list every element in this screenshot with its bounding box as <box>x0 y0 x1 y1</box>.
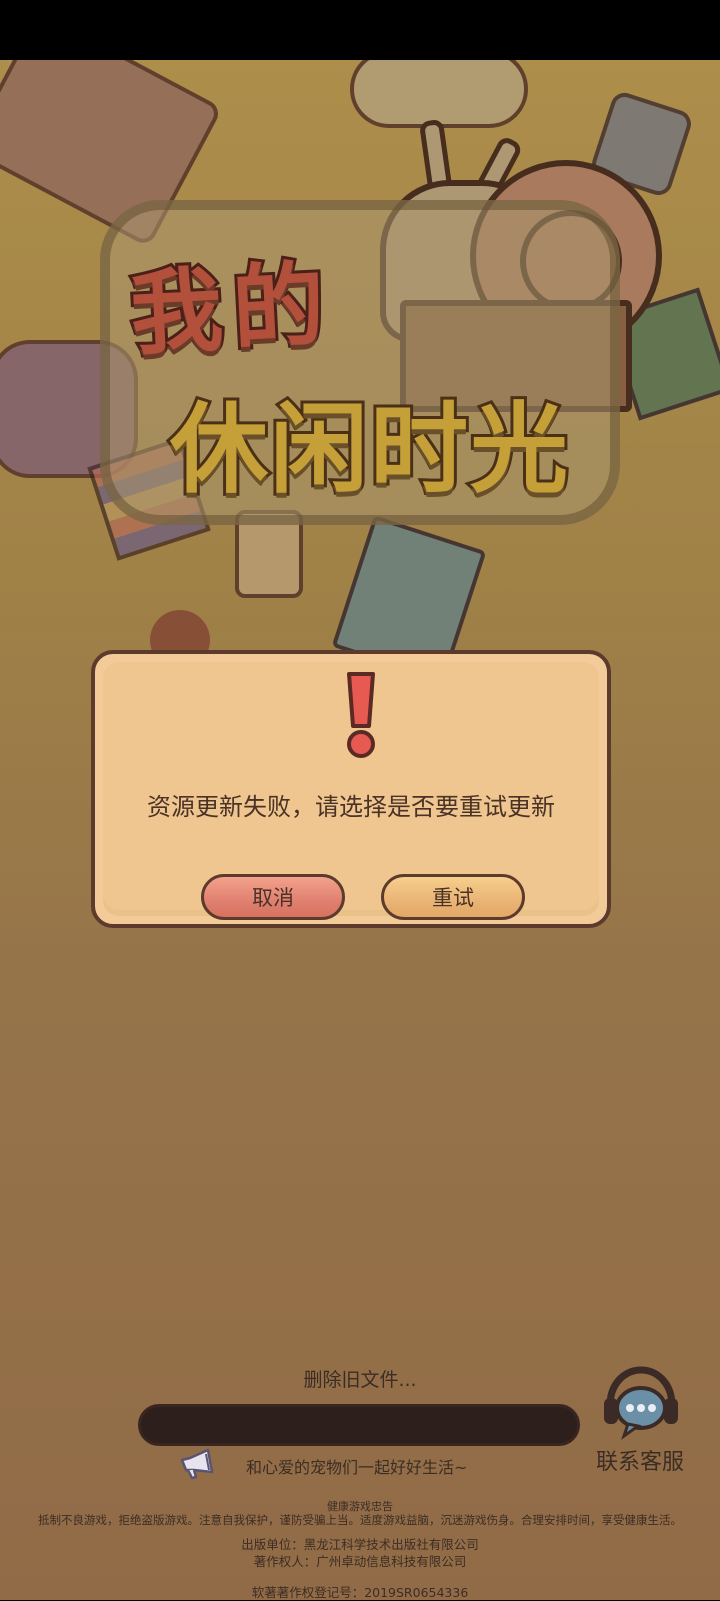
exclamation-icon <box>347 672 375 758</box>
contact-support-label: 联系客服 <box>595 1450 684 1475</box>
registration-number-text: 软著著作权登记号：2019SR0654336 <box>251 1585 469 1600</box>
dialog-body: 资源更新失败，请选择是否要重试更新 取消 重试 <box>103 662 599 920</box>
loading-progress-bar <box>138 1404 580 1446</box>
tagline-text: 和心爱的宠物们一起好好生活~ <box>246 1458 468 1477</box>
copyright-owner-text: 著作权人：广州卓动信息科技有限公司 <box>253 1554 467 1569</box>
retry-button[interactable]: 重试 <box>381 874 525 920</box>
game-logo-line1: 我的 <box>125 248 340 372</box>
status-bar <box>0 0 720 60</box>
dialog-message: 资源更新失败，请选择是否要重试更新 <box>147 793 555 821</box>
cancel-button[interactable]: 取消 <box>201 874 345 920</box>
megaphone-icon[interactable] <box>178 1446 218 1480</box>
contact-support-button[interactable]: 联系客服 <box>590 1364 690 1475</box>
game-logo-line2: 休闲时光 <box>167 390 571 510</box>
headset-chat-icon <box>604 1366 678 1440</box>
health-advice-text: 抵制不良游戏，拒绝盗版游戏。注意自我保护，谨防受骗上当。适度游戏益脑，沉迷游戏伤… <box>38 1513 682 1527</box>
update-failed-dialog: 资源更新失败，请选择是否要重试更新 取消 重试 <box>91 650 611 928</box>
